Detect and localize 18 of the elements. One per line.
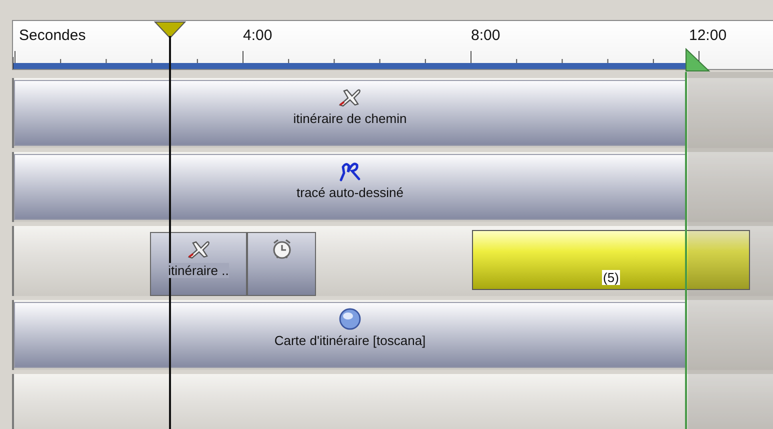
tick-label: 4:00 (243, 27, 272, 44)
timeline-clip[interactable] (247, 232, 316, 296)
timeline-clip[interactable]: Carte d'itinéraire [toscana] (14, 302, 686, 368)
clip-label: (5) (602, 270, 620, 285)
timeline-clip[interactable]: tracé auto-dessiné (14, 154, 686, 220)
timeline-clip[interactable]: (5) (472, 230, 750, 290)
clip-label: itinéraire .. (168, 263, 229, 278)
clip-label: tracé auto-dessiné (296, 185, 404, 200)
tick-label: 8:00 (471, 27, 500, 44)
playhead-handle-icon[interactable] (154, 21, 186, 39)
timeline-clip[interactable]: itinéraire .. (150, 232, 247, 296)
clip-label: Carte d'itinéraire [toscana] (274, 333, 426, 348)
ruler-unit-label: Secondes (19, 27, 86, 44)
clip-label: itinéraire de chemin (293, 111, 407, 126)
timeline-clip[interactable]: itinéraire de chemin (14, 80, 686, 146)
tick-label: 12:00 (689, 27, 727, 44)
time-ruler[interactable]: Secondes 4:00 8:00 12:00 (12, 20, 773, 70)
globe-icon (338, 307, 362, 331)
